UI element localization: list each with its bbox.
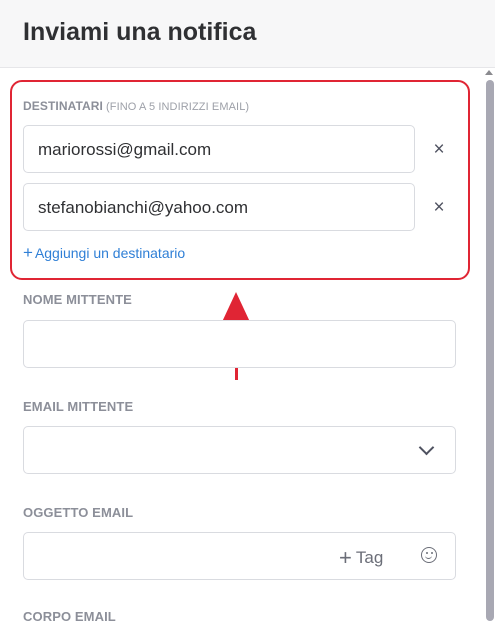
page-title: Inviami una notifica [23,18,257,46]
subject-label: OGGETTO EMAIL [23,505,134,520]
smiley-icon[interactable] [421,547,437,563]
sender-name-field[interactable] [23,320,456,368]
sender-name-label: NOME MITTENTE [23,292,132,307]
annotation-highlight-box [10,80,470,280]
scrollbar-thumb[interactable] [486,80,494,621]
sender-email-select[interactable] [23,426,456,474]
add-tag-button[interactable]: + Tag [339,545,383,571]
plus-icon: + [339,545,352,570]
panel-header: Inviami una notifica [0,0,495,68]
tag-label: Tag [355,548,384,567]
body-label: CORPO EMAIL [23,609,116,624]
subject-field[interactable] [23,532,456,580]
sender-email-label: EMAIL MITTENTE [23,399,134,414]
scroll-up-arrow-icon[interactable] [485,70,493,75]
